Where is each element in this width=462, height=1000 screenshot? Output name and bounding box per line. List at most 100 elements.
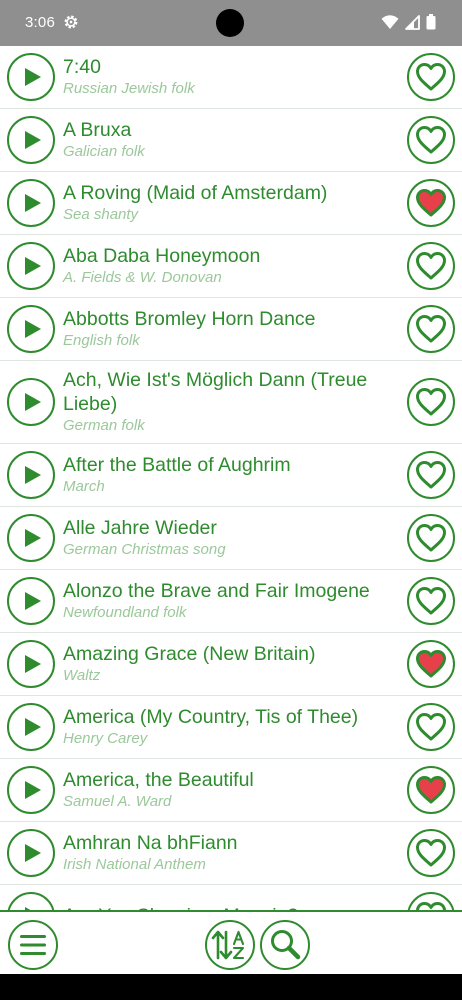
favorite-button[interactable] (407, 53, 455, 101)
song-subtitle: A. Fields & W. Donovan (63, 269, 222, 286)
play-icon (25, 466, 41, 484)
play-button[interactable] (7, 242, 55, 290)
play-button[interactable] (7, 766, 55, 814)
song-subtitle: German Christmas song (63, 541, 226, 558)
song-text: A Roving (Maid of Amsterdam) Sea shanty (63, 175, 327, 231)
heart-icon (416, 839, 446, 867)
song-row[interactable]: America (My Country, Tis of Thee) Henry C… (0, 696, 462, 759)
play-button[interactable] (7, 179, 55, 227)
menu-button[interactable] (8, 920, 58, 970)
song-row[interactable]: Amhran Na bhFiann Irish National Anthem (0, 822, 462, 885)
song-title: After the Battle of Aughrim (63, 454, 291, 476)
song-row[interactable]: Alle Jahre Wieder German Christmas song (0, 507, 462, 570)
play-button[interactable] (7, 640, 55, 688)
song-title: Abbotts Bromley Horn Dance (63, 308, 316, 330)
song-row[interactable]: A Roving (Maid of Amsterdam) Sea shanty (0, 172, 462, 235)
hamburger-menu-icon (20, 935, 46, 955)
song-text: Alonzo the Brave and Fair Imogene Newfoun… (63, 573, 370, 629)
song-title: Ach, Wie Ist's Möglich Dann (Treue Liebe… (63, 369, 368, 415)
play-icon (25, 320, 41, 338)
settings-gear-icon (64, 15, 78, 29)
song-row[interactable]: America, the Beautiful Samuel A. Ward (0, 759, 462, 822)
song-subtitle: Henry Carey (63, 730, 148, 747)
song-text: Aba Daba Honeymoon A. Fields & W. Donovan (63, 238, 260, 294)
favorite-button[interactable] (407, 305, 455, 353)
battery-icon (426, 14, 436, 30)
song-row[interactable]: Are You Sleeping, Maggie? (0, 885, 462, 910)
favorite-button[interactable] (407, 514, 455, 562)
favorite-button[interactable] (407, 703, 455, 751)
heart-icon (416, 587, 446, 615)
play-icon (25, 529, 41, 547)
heart-icon (416, 252, 446, 280)
song-text: Alle Jahre Wieder German Christmas song (63, 510, 226, 566)
play-button[interactable] (7, 378, 55, 426)
heart-icon (416, 524, 446, 552)
heart-icon (416, 315, 446, 343)
song-text: America (My Country, Tis of Thee) Henry C… (63, 699, 358, 755)
favorite-button[interactable] (407, 451, 455, 499)
song-title: America, the Beautiful (63, 769, 254, 791)
song-subtitle: Samuel A. Ward (63, 793, 172, 810)
song-subtitle: Waltz (63, 667, 101, 684)
play-button[interactable] (7, 514, 55, 562)
song-row[interactable]: Amazing Grace (New Britain) Waltz (0, 633, 462, 696)
play-button[interactable] (7, 53, 55, 101)
favorite-button[interactable] (407, 378, 455, 426)
song-text: Amazing Grace (New Britain) Waltz (63, 636, 316, 692)
play-button[interactable] (7, 116, 55, 164)
favorite-button[interactable] (407, 179, 455, 227)
heart-icon (416, 713, 446, 741)
heart-icon (416, 776, 446, 804)
song-title: A Roving (Maid of Amsterdam) (63, 182, 328, 204)
song-text: 7:40 Russian Jewish folk (63, 49, 195, 105)
song-row[interactable]: A Bruxa Galician folk (0, 109, 462, 172)
system-nav-bar (0, 974, 462, 1000)
favorite-button[interactable] (407, 242, 455, 290)
song-row[interactable]: Ach, Wie Ist's Möglich Dann (Treue Liebe… (0, 361, 462, 444)
signal-icon (405, 14, 420, 30)
song-text: Are You Sleeping, Maggie? (63, 898, 298, 910)
bottom-toolbar (0, 910, 462, 974)
play-icon (25, 592, 41, 610)
song-row[interactable]: Abbotts Bromley Horn Dance English folk (0, 298, 462, 361)
favorite-button[interactable] (407, 577, 455, 625)
play-icon (25, 194, 41, 212)
song-title: Alle Jahre Wieder (63, 517, 217, 539)
song-title: Aba Daba Honeymoon (63, 245, 261, 267)
song-title: Amazing Grace (New Britain) (63, 643, 316, 665)
heart-icon (416, 126, 446, 154)
song-subtitle: Galician folk (63, 143, 145, 160)
play-icon (25, 655, 41, 673)
magnifier-icon (271, 930, 301, 960)
song-subtitle: Sea shanty (63, 206, 139, 223)
song-subtitle: Russian Jewish folk (63, 80, 195, 97)
song-subtitle: English folk (63, 332, 140, 349)
favorite-button[interactable] (407, 829, 455, 877)
song-title: 7:40 (63, 56, 101, 78)
song-row[interactable]: 7:40 Russian Jewish folk (0, 46, 462, 109)
play-button[interactable] (7, 305, 55, 353)
favorite-button[interactable] (407, 640, 455, 688)
song-text: Abbotts Bromley Horn Dance English folk (63, 301, 316, 357)
play-button[interactable] (7, 892, 55, 910)
sort-alpha-icon (211, 930, 245, 960)
favorite-button[interactable] (407, 766, 455, 814)
heart-icon (416, 650, 446, 678)
song-list[interactable]: 7:40 Russian Jewish folk A Bruxa Galician f… (0, 46, 462, 910)
heart-icon (416, 902, 446, 910)
song-text: America, the Beautiful Samuel A. Ward (63, 762, 254, 818)
play-button[interactable] (7, 577, 55, 625)
play-button[interactable] (7, 829, 55, 877)
song-row[interactable]: Aba Daba Honeymoon A. Fields & W. Donovan (0, 235, 462, 298)
play-button[interactable] (7, 703, 55, 751)
favorite-button[interactable] (407, 116, 455, 164)
song-text: Ach, Wie Ist's Möglich Dann (Treue Liebe… (63, 362, 398, 442)
play-icon (25, 781, 41, 799)
song-row[interactable]: Alonzo the Brave and Fair Imogene Newfoun… (0, 570, 462, 633)
favorite-button[interactable] (407, 892, 455, 910)
play-button[interactable] (7, 451, 55, 499)
search-button[interactable] (260, 920, 310, 970)
sort-button[interactable] (205, 920, 255, 970)
song-row[interactable]: After the Battle of Aughrim March (0, 444, 462, 507)
